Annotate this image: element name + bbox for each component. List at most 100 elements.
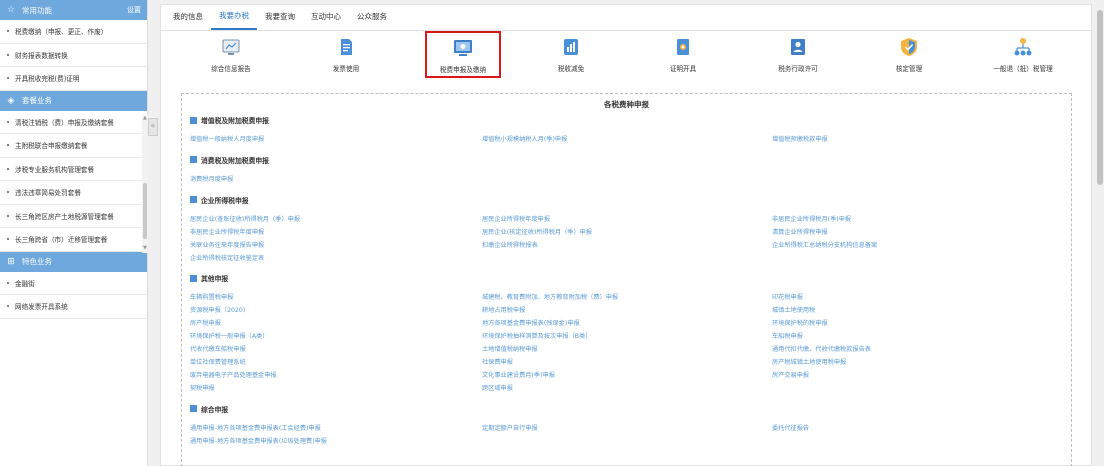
function-label: 发票使用 (332, 65, 360, 73)
bullet-icon (7, 77, 9, 80)
declaration-link[interactable]: 关联业务往来年度报告申报 (190, 240, 264, 249)
sidebar-item-label: 金融街 (15, 279, 35, 288)
sidebar-item-label: 税费缴纳（申报、更正、作废） (15, 28, 108, 37)
declaration-link[interactable]: 地方各项基金费申报表(残保金)申报 (482, 318, 580, 327)
declaration-link[interactable]: 通用申报-地方各项基金费申报表(垃圾处理费)申报 (190, 436, 327, 445)
tab-2[interactable]: 我要查询 (257, 4, 303, 30)
category-icon (190, 274, 197, 282)
declaration-link[interactable]: 社保费申报 (482, 357, 513, 366)
sidebar-section-package[interactable]: ◈ 套餐业务 (0, 90, 147, 111)
declaration-link[interactable]: 印花税申报 (772, 292, 803, 301)
declaration-link[interactable]: 单位社保费管理系统 (190, 357, 246, 366)
function-certificate[interactable]: 证明开具 (638, 37, 728, 73)
declaration-link[interactable]: 委托代征报告 (772, 423, 809, 432)
sidebar-scrollbar-thumb[interactable] (143, 183, 147, 239)
declaration-link[interactable]: 房产税城镇土地使用税申报 (772, 357, 846, 366)
declaration-link[interactable]: 城镇土地使用税 (772, 305, 815, 314)
declaration-link[interactable]: 非居民企业所得税月(季)申报 (772, 214, 851, 223)
settings-link[interactable]: 设置 (127, 5, 141, 15)
sidebar-item-label: 违法违章简易处罚套餐 (15, 189, 81, 198)
function-label: 税费申报及缴纳 (439, 66, 487, 74)
declaration-link[interactable]: 环境保护税抽样测算及按次申报（B类） (482, 331, 591, 340)
bullet-icon (7, 144, 9, 147)
declaration-link[interactable]: 消费税月度申报 (190, 174, 233, 183)
bullet-icon (7, 120, 9, 123)
category-heading: 其他申报 (190, 273, 228, 283)
function-chart-bar[interactable]: 税收减免 (526, 37, 616, 73)
sidebar-item[interactable]: 税费缴纳（申报、更正、作废） (0, 20, 147, 44)
declaration-link[interactable]: 契税申报 (190, 383, 215, 392)
certificate-icon (673, 37, 693, 57)
declaration-link[interactable]: 环境保护税的税申报 (772, 318, 828, 327)
sidebar-item[interactable]: 金融街 (0, 272, 147, 295)
sidebar-section-common[interactable]: ☆ 常用功能 设置 (0, 0, 147, 20)
declaration-link[interactable]: 企业所得税核定征收鉴定表 (190, 253, 264, 262)
tab-1[interactable]: 我要办税 (211, 4, 257, 30)
scroll-up-icon[interactable]: ▲ (143, 115, 147, 121)
declaration-link[interactable]: 企业所得税汇总纳税分支机构信息备案 (772, 240, 877, 249)
tab-0[interactable]: 我的信息 (165, 4, 211, 30)
network-icon (1013, 37, 1033, 57)
bullet-icon (7, 53, 9, 56)
sidebar-item-label: 财务报表数据转换 (15, 51, 68, 60)
declaration-link[interactable]: 增值税预缴税款申报 (772, 134, 828, 143)
declaration-link[interactable]: 耕地占用税申报 (482, 305, 525, 314)
declaration-link[interactable]: 增值税一般纳税人月度申报 (190, 134, 264, 143)
sidebar-item[interactable]: 涉税专业服务机构管理套餐 (0, 158, 147, 181)
sidebar-item[interactable]: 开具税收完税(费)证明 (0, 67, 147, 91)
bullet-icon (7, 30, 9, 33)
function-label: 一般退（抵）税管理 (993, 65, 1053, 73)
declaration-link[interactable]: 非居民企业所得税年度申报 (190, 227, 264, 236)
declaration-link[interactable]: 居民企业所得税年度申报 (482, 214, 550, 223)
tab-3[interactable]: 互动中心 (303, 4, 349, 30)
function-label: 核定管理 (895, 65, 923, 73)
declaration-link[interactable]: 环境保护税一般申报（A类） (190, 331, 268, 340)
declaration-link[interactable]: 土地增值税纳税申报 (482, 344, 538, 353)
declaration-link[interactable]: 代收代缴车船税申报 (190, 344, 246, 353)
declaration-link[interactable]: 清算企业所得税申报 (772, 227, 828, 236)
sidebar-item[interactable]: 网络发票开具系统 (0, 295, 147, 319)
sidebar-item[interactable]: 违法违章简易处罚套餐 (0, 181, 147, 205)
declaration-link[interactable]: 增值税小规模纳税人月(季)申报 (482, 134, 567, 143)
declaration-panel: 各税费种申报 增值税及附加税费申报 增值税一般纳税人月度申报 增值税小规模纳税人月(… (181, 93, 1072, 466)
function-invoice[interactable]: 发票使用 (301, 37, 391, 73)
declaration-link[interactable]: 通用申报-地方各项基金费申报表(工会经费)申报 (190, 423, 321, 432)
declaration-link[interactable]: 城建税、教育费附加、地方教育附加税（费）申报 (482, 292, 618, 301)
sidebar-item[interactable]: 主附税联合申报缴纳套餐 (0, 134, 147, 158)
declaration-link[interactable]: 居民企业(查账征收)所得税月（季）申报 (190, 214, 300, 223)
sidebar-item[interactable]: 长三角跨省（市）迁移管理套餐 (0, 228, 147, 252)
declaration-link[interactable]: 文化事业建设费月(季)申报 (482, 370, 555, 379)
declaration-link[interactable]: 房产税申报 (190, 318, 221, 327)
declaration-link[interactable]: 房产交易申报 (772, 370, 809, 379)
declaration-link[interactable]: 跨区域申报 (482, 383, 513, 392)
collapse-sidebar-button[interactable]: « (148, 118, 158, 136)
category-heading: 消费税及附加税费申报 (190, 155, 269, 165)
category-icon (190, 156, 197, 164)
function-shield[interactable]: 核定管理 (864, 37, 954, 73)
sidebar-item[interactable]: 长三角跨区房产土地税源管理套餐 (0, 205, 147, 228)
sidebar-item[interactable]: 财务报表数据转换 (0, 44, 147, 67)
declaration-link[interactable]: 扣缴企业所得税报表 (482, 240, 538, 249)
tab-4[interactable]: 公众服务 (349, 4, 395, 30)
sidebar-section-special[interactable]: ⊞ 特色业务 (0, 251, 147, 272)
declaration-link[interactable]: 定期定额户自行申报 (482, 423, 538, 432)
declaration-link[interactable]: 车辆购置税申报 (190, 292, 233, 301)
page-scrollbar-thumb[interactable] (1097, 10, 1103, 185)
tab-bar: 我的信息 我要办税 我要查询 互动中心 公众服务 (161, 5, 1091, 31)
category-heading: 综合申报 (190, 404, 228, 414)
function-label: 税收减免 (557, 65, 585, 73)
function-report[interactable]: 综合信息报告 (186, 37, 276, 73)
function-license[interactable]: 税务行政许可 (753, 37, 843, 73)
declaration-link[interactable]: 居民企业(核定征收)所得税月（季）申报 (482, 227, 592, 236)
page-scrollbar[interactable] (1096, 0, 1104, 466)
function-monitor[interactable]: 税费申报及缴纳 (425, 31, 501, 78)
sidebar-item[interactable]: 清税注销税（费）申报及缴纳套餐 (0, 111, 147, 134)
declaration-link[interactable]: 通用代扣代缴、代收代缴税款报告表 (772, 344, 871, 353)
scroll-down-icon[interactable]: ▼ (143, 245, 147, 251)
function-network[interactable]: 一般退（抵）税管理 (978, 37, 1068, 73)
declaration-link[interactable]: 资源税申报（2020） (190, 305, 249, 314)
panel-title: 各税费种申报 (604, 100, 649, 109)
monitor-icon (453, 38, 473, 58)
declaration-link[interactable]: 车船税申报 (772, 331, 803, 340)
declaration-link[interactable]: 废弃电器电子产品处理基金申报 (190, 370, 277, 379)
